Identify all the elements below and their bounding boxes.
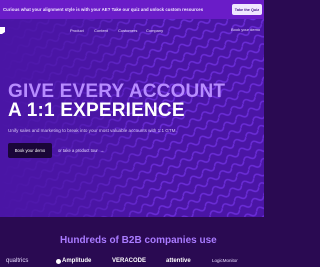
logos-heading: Hundreds of B2B companies use: [60, 235, 217, 246]
product-tour-link[interactable]: or take a product tour →: [58, 148, 104, 153]
nav-item-content[interactable]: Content: [94, 28, 108, 33]
nav-book-demo-link[interactable]: Book your demo: [231, 27, 260, 32]
announcement-bar: Curious what your alignment style is wit…: [0, 0, 264, 19]
hero-headline-line2: A 1:1 EXPERIENCE: [8, 100, 185, 121]
attentive-logo: attentive: [166, 258, 191, 264]
qualtrics-logo-label: qualtrics: [6, 258, 29, 264]
announcement-text[interactable]: Curious what your alignment style is wit…: [3, 7, 203, 12]
veracode-logo-label: VERACODE: [112, 258, 147, 264]
attentive-logo-label: attentive: [166, 258, 191, 264]
arrow-right-icon: →: [99, 148, 105, 153]
amplitude-logo-label: Amplitude: [62, 258, 92, 264]
take-quiz-button[interactable]: Take the Quiz: [232, 4, 262, 15]
amplitude-logo-icon: [56, 258, 61, 264]
book-demo-button[interactable]: Book your demo: [8, 143, 52, 158]
hero-headline-line1: GIVE EVERY ACCOUNT: [8, 81, 226, 102]
product-tour-label: or take a product tour: [58, 148, 98, 153]
logicmonitor-logo-label: LogicMonitor: [212, 258, 238, 263]
amplitude-logo: Amplitude: [56, 258, 91, 264]
brand-logo-icon[interactable]: [0, 27, 5, 34]
logicmonitor-logo: LogicMonitor: [212, 258, 238, 263]
nav-item-company[interactable]: Company: [146, 28, 163, 33]
veracode-logo: VERACODE: [112, 258, 146, 264]
nav-item-customers[interactable]: Customers: [118, 28, 137, 33]
qualtrics-logo: qualtrics: [6, 258, 28, 264]
nav-item-product[interactable]: Product: [70, 28, 84, 33]
hero-subtitle: Unify sales and marketing to break into …: [8, 128, 177, 133]
